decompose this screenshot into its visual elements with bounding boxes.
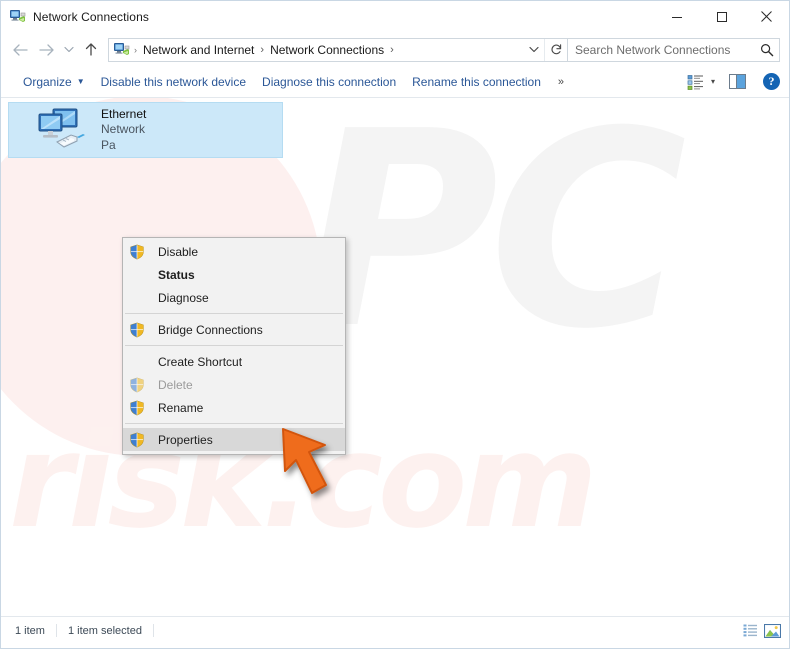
menu-item-label: Status [158, 267, 195, 282]
shield-icon [129, 244, 145, 260]
address-dropdown-icon[interactable] [524, 39, 544, 61]
explorer-window: PC risk.com Network Connections › Networ… [0, 0, 790, 649]
command-bar: Organize ▼ Disable this network device D… [1, 66, 789, 98]
network-adapter-item-ethernet[interactable]: Ethernet Network Pa [8, 102, 283, 158]
large-icons-view-icon[interactable] [761, 621, 783, 641]
rename-connection-button[interactable]: Rename this connection [404, 69, 549, 95]
forward-arrow-icon[interactable] [33, 37, 59, 63]
menu-separator [125, 345, 343, 346]
network-adapter-labels: Ethernet Network Pa [101, 107, 146, 153]
shield-icon [129, 400, 145, 416]
search-box[interactable]: Search Network Connections [568, 37, 780, 62]
shield-icon [129, 432, 145, 448]
menu-item-label: Properties [158, 432, 213, 447]
maximize-button[interactable] [699, 1, 744, 32]
breadcrumb-network-and-internet[interactable]: Network and Internet [142, 43, 255, 57]
shield-icon [129, 377, 145, 393]
status-bar: 1 item 1 item selected [1, 616, 789, 644]
menu-separator [125, 313, 343, 314]
menu-item-delete: Delete [123, 373, 345, 396]
menu-item-label: Rename [158, 400, 204, 415]
adapter-name: Ethernet [101, 106, 147, 121]
title-bar: Network Connections [1, 1, 789, 33]
menu-item-label: Diagnose [158, 290, 209, 305]
window-title: Network Connections [33, 9, 149, 24]
refresh-icon[interactable] [544, 38, 567, 61]
breadcrumb-separator-2[interactable]: › [390, 44, 394, 56]
menu-item-create-shortcut[interactable]: Create Shortcut [123, 350, 345, 373]
help-icon[interactable]: ? [763, 73, 780, 90]
menu-item-label: Create Shortcut [158, 354, 243, 369]
status-selection-count: 1 item selected [67, 624, 142, 637]
back-arrow-icon[interactable] [7, 37, 33, 63]
address-bar[interactable]: › Network and Internet › Network Connect… [108, 37, 568, 62]
menu-icon-placeholder [129, 354, 145, 370]
disable-network-device-button[interactable]: Disable this network device [93, 69, 254, 95]
diagnose-connection-button[interactable]: Diagnose this connection [254, 69, 404, 95]
ethernet-adapter-icon [33, 106, 89, 154]
network-connections-icon [10, 9, 26, 25]
menu-item-label: Disable [158, 244, 199, 259]
breadcrumb-network-connections[interactable]: Network Connections [269, 43, 385, 57]
address-network-icon [114, 42, 130, 58]
command-overflow-button[interactable]: » [549, 69, 572, 95]
preview-pane-right [737, 75, 745, 88]
menu-icon-placeholder [129, 267, 145, 283]
status-divider-1 [55, 624, 57, 637]
organize-button[interactable]: Organize ▼ [15, 69, 93, 95]
menu-item-label: Delete [158, 377, 193, 392]
adapter-network-label: Network [101, 122, 146, 137]
status-item-count: 1 item [15, 624, 45, 637]
window-controls [654, 1, 789, 32]
up-arrow-icon[interactable] [79, 37, 103, 63]
menu-item-disable[interactable]: Disable [123, 240, 345, 263]
menu-item-properties[interactable]: Properties [123, 428, 345, 451]
menu-icon-placeholder [129, 290, 145, 306]
status-divider-2 [152, 624, 154, 637]
chevron-down-icon: ▼ [76, 77, 85, 86]
recent-locations-chevron-icon[interactable] [59, 37, 79, 63]
search-icon[interactable] [755, 39, 779, 61]
menu-item-diagnose[interactable]: Diagnose [123, 286, 345, 309]
navigation-bar: › Network and Internet › Network Connect… [1, 33, 789, 66]
menu-item-rename[interactable]: Rename [123, 396, 345, 419]
preview-pane-button[interactable] [719, 69, 756, 95]
menu-item-label: Bridge Connections [158, 322, 263, 337]
menu-separator [125, 423, 343, 424]
shield-icon [129, 322, 145, 338]
details-view-icon[interactable] [739, 621, 761, 641]
view-chevron-down-icon: ▾ [710, 77, 715, 86]
menu-item-bridge-connections[interactable]: Bridge Connections [123, 318, 345, 341]
breadcrumb-leading-separator[interactable]: › [134, 45, 137, 55]
search-input[interactable]: Search Network Connections [568, 43, 755, 57]
menu-item-status[interactable]: Status [123, 263, 345, 286]
adapter-device-label: Pa [101, 137, 116, 152]
preview-pane-left [730, 75, 737, 88]
file-list-area[interactable]: Ethernet Network Pa Disable Status Diagnos… [1, 98, 789, 616]
context-menu[interactable]: Disable Status Diagnose Bridge Connections C… [122, 237, 346, 455]
minimize-button[interactable] [654, 1, 699, 32]
change-view-button[interactable]: ▾ [683, 69, 719, 95]
change-view-icon [687, 74, 705, 90]
close-button[interactable] [744, 1, 789, 32]
breadcrumb-separator-1[interactable]: › [260, 44, 264, 56]
preview-pane-icon [729, 74, 746, 89]
organize-label: Organize [23, 74, 72, 89]
